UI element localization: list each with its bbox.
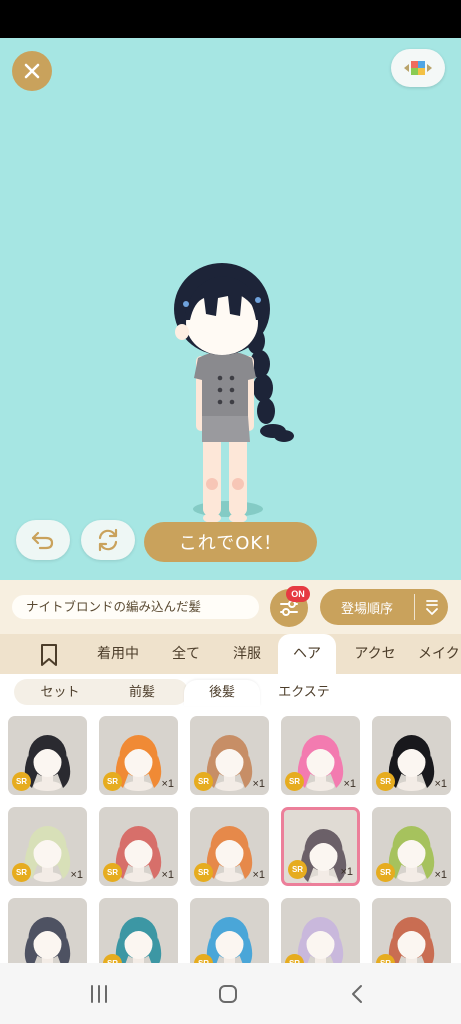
item-count: ×1 — [70, 869, 83, 881]
hair-item-card[interactable]: SR — [281, 898, 360, 963]
subtab-front-hair[interactable]: 前髪 — [104, 680, 180, 706]
sort-icon — [425, 600, 438, 615]
hair-item-card[interactable]: SR ×1 — [372, 807, 451, 886]
tab-makeup[interactable]: メイク — [418, 634, 461, 674]
rarity-badge: SR — [376, 863, 395, 882]
hair-item-card[interactable]: SR — [372, 898, 451, 963]
subtab-extensions[interactable]: エクステ — [266, 680, 342, 706]
color-grid-icon — [404, 61, 432, 75]
hair-sub-tabs: セット 前髪 後髪 エクステ — [0, 674, 461, 708]
rarity-badge: SR — [376, 772, 395, 791]
hair-item-card[interactable] — [8, 898, 87, 963]
rarity-badge: SR — [103, 863, 122, 882]
bookmark-icon[interactable] — [38, 643, 60, 667]
rotate-icon — [98, 528, 118, 552]
item-grid: SRSR×1SR×1SR×1SR×1SR×1SR×1SR×1SR×1SR×1SR… — [0, 708, 461, 963]
rarity-badge: SR — [288, 860, 307, 879]
rarity-badge: SR — [12, 863, 31, 882]
sort-label: 登場順序 — [340, 601, 393, 617]
rarity-badge: SR — [194, 863, 213, 882]
recents-button[interactable] — [86, 981, 112, 1007]
back-button[interactable] — [344, 981, 370, 1007]
close-button[interactable] — [12, 51, 52, 91]
item-count: ×1 — [434, 778, 447, 790]
item-count: ×1 — [252, 778, 265, 790]
hair-item-card[interactable]: SR — [8, 716, 87, 795]
hair-preview-image — [24, 917, 71, 963]
undo-icon — [31, 531, 54, 550]
item-controls-bar: ナイトブロンドの編み込んだ髪 ON 登場順序 — [0, 580, 461, 634]
item-count: ×1 — [161, 869, 174, 881]
tab-all[interactable]: 全て — [162, 634, 210, 674]
hair-item-card[interactable]: SR — [190, 898, 269, 963]
subtab-back-hair[interactable]: 後髪 — [184, 680, 260, 706]
recents-icon — [91, 985, 107, 1003]
hair-item-card[interactable]: SR ×1 — [281, 716, 360, 795]
tab-hair[interactable]: ヘア — [278, 634, 336, 674]
hair-item-card[interactable]: SR ×1 — [8, 807, 87, 886]
sort-toggle[interactable] — [415, 598, 448, 616]
item-count: ×1 — [161, 778, 174, 790]
hair-item-card[interactable]: SR ×1 — [372, 716, 451, 795]
tab-accessories[interactable]: アクセ — [346, 634, 404, 674]
item-count: ×1 — [434, 869, 447, 881]
rarity-badge: SR — [12, 772, 31, 791]
home-icon — [219, 985, 237, 1003]
avatar-figure — [174, 263, 294, 523]
hair-item-card[interactable]: SR ×1 — [190, 716, 269, 795]
hair-item-card[interactable]: SR ×1 — [99, 716, 178, 795]
item-count: ×1 — [343, 778, 356, 790]
rarity-badge: SR — [103, 772, 122, 791]
rarity-badge: SR — [285, 772, 304, 791]
system-nav-bar — [0, 963, 461, 1024]
layout-toggle-button[interactable] — [391, 49, 445, 87]
item-count: ×1 — [340, 866, 353, 878]
home-button[interactable] — [215, 981, 241, 1007]
hair-item-card[interactable]: SR ×1 — [190, 807, 269, 886]
item-count: ×1 — [252, 869, 265, 881]
avatar-stage: これでOK！ — [0, 38, 461, 580]
hair-item-card[interactable]: SR — [99, 898, 178, 963]
subtab-set[interactable]: セット — [22, 680, 98, 706]
rotate-button[interactable] — [81, 520, 135, 560]
filter-on-badge: ON — [286, 586, 310, 602]
tab-clothes[interactable]: 洋服 — [222, 634, 272, 674]
status-bar — [0, 0, 461, 38]
undo-button[interactable] — [16, 520, 70, 560]
hair-item-card[interactable]: SR ×1 — [99, 807, 178, 886]
hair-item-card[interactable]: SR ×1 — [281, 807, 360, 886]
back-icon — [352, 985, 362, 1003]
selected-item-name: ナイトブロンドの編み込んだ髪 — [12, 595, 259, 619]
close-icon — [24, 63, 40, 79]
tab-wearing[interactable]: 着用中 — [88, 634, 148, 674]
rarity-badge: SR — [194, 772, 213, 791]
phone-screen: これでOK！ ナイトブロンドの編み込んだ髪 ON 登場順序 着用中 全て 洋服 … — [0, 0, 461, 1024]
category-tabs: 着用中 全て 洋服 ヘア アクセ メイク — [0, 634, 461, 674]
confirm-ok-button[interactable]: これでOK！ — [144, 522, 317, 562]
sort-order-button[interactable]: 登場順序 — [320, 589, 448, 625]
